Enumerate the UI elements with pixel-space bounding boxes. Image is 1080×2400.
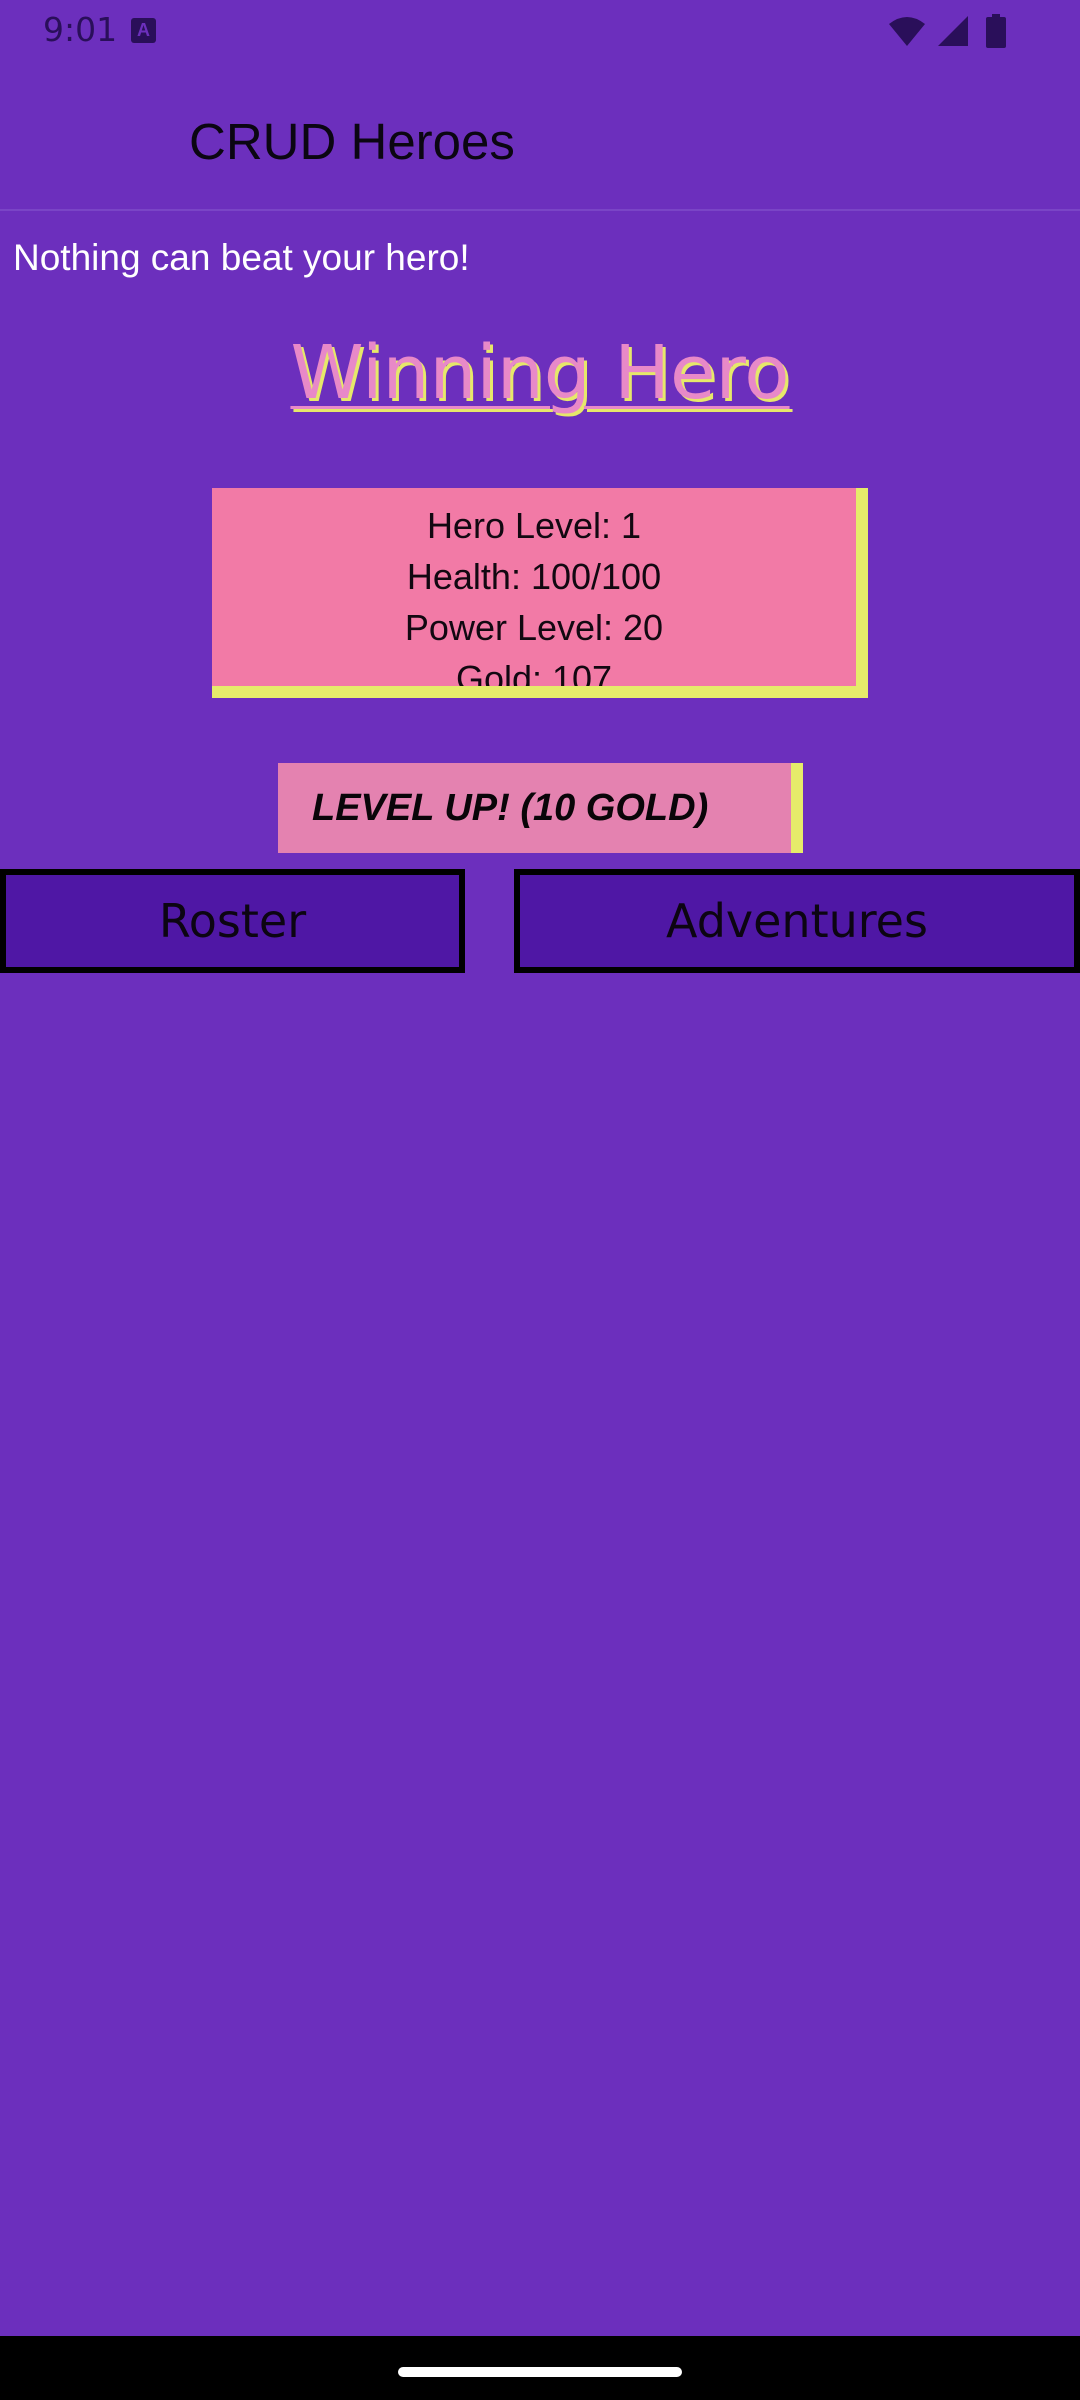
app-title: CRUD Heroes bbox=[189, 113, 515, 170]
level-up-button[interactable]: LEVEL UP! (10 GOLD) bbox=[278, 763, 803, 853]
battery-icon bbox=[986, 14, 1006, 48]
a-icon: A bbox=[131, 18, 156, 43]
roster-button[interactable]: Roster bbox=[0, 869, 465, 973]
status-bar: 9:01 A bbox=[0, 0, 1080, 62]
hero-stats-card: Hero Level: 1 Health: 100/100 Power Leve… bbox=[212, 488, 868, 698]
system-navigation-bar bbox=[0, 2336, 1080, 2400]
wifi-icon bbox=[889, 17, 925, 46]
hero-level-text: Hero Level: 1 bbox=[426, 505, 642, 546]
status-time: 9:01 bbox=[43, 10, 118, 49]
hero-name: Winning Hero bbox=[290, 330, 790, 416]
hero-gold-text: Gold: 107 bbox=[455, 658, 613, 698]
hero-power-text: Power Level: 20 bbox=[404, 607, 664, 648]
home-gesture-handle[interactable] bbox=[398, 2367, 682, 2377]
hero-message: Nothing can beat your hero! bbox=[13, 237, 470, 278]
signal-icon bbox=[938, 16, 968, 46]
adventures-button[interactable]: Adventures bbox=[514, 869, 1080, 973]
hero-health-text: Health: 100/100 bbox=[406, 556, 662, 597]
app-bar: CRUD Heroes bbox=[0, 62, 1080, 211]
